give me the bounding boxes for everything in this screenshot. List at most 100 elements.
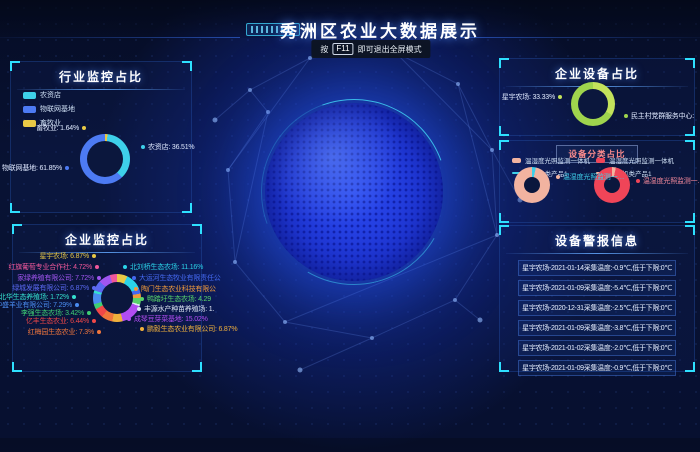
- label-dot: [123, 265, 127, 269]
- label-text: 家绿养殖有限公司: 7.72%: [17, 273, 94, 283]
- alarm-text: 星宇农场-2021-01-14采集温度:-0.9℃,低于下限:0℃: [522, 263, 672, 273]
- label-text: 物联网基地: 61.85%: [2, 163, 62, 173]
- alarm-row: 星宇农场-2021-01-14采集温度:-0.9℃,低于下限:0℃: [518, 260, 676, 276]
- label-dot: [87, 311, 91, 315]
- donut-hole: [101, 282, 133, 314]
- label-text: 北刘桥生态农场: 11.16%: [130, 262, 203, 272]
- alarm-text: 星宇农场-2021-01-09采集温度:-5.4℃,低于下限:0℃: [522, 283, 672, 293]
- panel-title: 企业设备占比: [500, 59, 694, 82]
- label-dot: [127, 317, 131, 321]
- alarm-row: 星宇农场-2021-01-09采集温度:-3.8℃,低于下限:0℃: [518, 320, 676, 336]
- alarm-text: 星宇农场-2021-01-02采集温度:-2.0℃,低于下限:0℃: [522, 343, 672, 353]
- chart-label: 鹏毅生态农业有限公司: 6.87%: [140, 324, 237, 334]
- device-category-panel: 设备分类占比 温湿度光照监测一体机 一体机类产品1 温湿度光照监测一体机 一体机…: [499, 140, 695, 223]
- donut-hole: [87, 141, 123, 177]
- label-text: 温湿度光照监测一…: [643, 176, 700, 186]
- device-donut-chart[interactable]: [571, 82, 615, 126]
- label-dot: [556, 175, 560, 179]
- chart-label: 星宇农场: 33.33%: [502, 92, 562, 102]
- chart-label: 物联网基地: 61.85%: [2, 163, 69, 173]
- legend-item-yitiji[interactable]: 温湿度光照监测一体机: [512, 155, 590, 165]
- label-text: 鹏毅生态农业有限公司: 6.87%: [147, 324, 237, 334]
- fullscreen-hint: 按 F11 即可退出全屏模式: [311, 40, 430, 58]
- donut-hole: [578, 89, 608, 119]
- label-dot: [97, 276, 101, 280]
- alarm-text: 星宇农场-2021-01-09采集温度:-3.8℃,低于下限:0℃: [522, 323, 672, 333]
- label-dot: [97, 330, 101, 334]
- label-text: 红旗葡萄专业合作社: 4.72%: [8, 262, 92, 272]
- label-dot: [140, 297, 144, 301]
- enterprise-device-panel: 企业设备占比 星宇农场: 33.33% 民主村党群服务中心:: [499, 58, 695, 136]
- label-dot: [75, 303, 79, 307]
- legend-swatch: [596, 158, 605, 163]
- chart-label: 温湿度光照监测一…: [556, 172, 624, 182]
- page-title: 秀洲区农业大数据展示: [60, 17, 700, 42]
- enterprise-monitor-panel: 企业监控占比 星宇农场: 6.87%红旗葡萄专业合作社: 4.72%家绿养殖有限…: [12, 224, 202, 372]
- chart-label: 家绿养殖有限公司: 7.72%: [17, 273, 101, 283]
- hint-suffix: 即可退出全屏模式: [358, 44, 422, 55]
- label-dot: [636, 179, 640, 183]
- chart-label: 星宇农场: 6.87%: [39, 251, 96, 261]
- hint-prefix: 按: [320, 44, 328, 55]
- legend-item-yitiji[interactable]: 温湿度光照监测一体机: [596, 155, 674, 165]
- label-text: 鸭踏圩生态农场: 4.29: [147, 294, 211, 304]
- globe-visualization[interactable]: [265, 103, 443, 281]
- label-dot: [140, 327, 144, 331]
- chart-label: 民主村党群服务中心:: [624, 111, 694, 121]
- chart-label: 北刘桥生态农场: 11.16%: [123, 262, 203, 272]
- title-divider: [506, 253, 688, 254]
- panel-title: 企业监控占比: [13, 225, 201, 248]
- label-dot: [92, 319, 96, 323]
- legend-label: 温湿度光照监测一体机: [609, 155, 674, 165]
- chart-label: 畜牧业: 1.64%: [36, 123, 86, 133]
- legend-label: 物联网基地: [40, 104, 75, 114]
- label-text: 亿丰生态农业: 6.44%: [26, 316, 89, 326]
- chart-label: 成琴豆芽菜基地: 15.02%: [127, 314, 208, 324]
- category-left-donut-chart[interactable]: [514, 167, 550, 203]
- label-dot: [132, 276, 136, 280]
- panel-title: 设备警报信息: [500, 226, 694, 249]
- chart-label: 农资店: 36.51%: [141, 142, 194, 152]
- label-text: 畜牧业: 1.64%: [36, 123, 79, 133]
- legend-label: 农资店: [40, 90, 61, 100]
- industry-donut-chart[interactable]: [80, 134, 130, 184]
- industry-monitor-panel: 行业监控占比 农资店 物联网基地 畜牧业 畜牧业: 1.64%农资店: 36.5…: [10, 61, 192, 213]
- chart-label: 陶门生态农业科技有限公: [134, 284, 216, 294]
- label-text: 温湿度光照监测一…: [563, 172, 624, 182]
- label-dot: [558, 95, 562, 99]
- label-dot: [95, 265, 99, 269]
- legend-swatch: [23, 106, 36, 113]
- label-dot: [137, 307, 141, 311]
- label-dot: [134, 287, 138, 291]
- alarm-row: 星宇农场-2020-12-31采集温度:-2.5℃,低于下限:0℃: [518, 300, 676, 316]
- panel-title: 行业监控占比: [11, 62, 191, 85]
- chart-label: 红旗葡萄专业合作社: 4.72%: [8, 262, 99, 272]
- label-dot: [92, 254, 96, 258]
- donut-hole: [524, 177, 540, 193]
- label-dot: [92, 286, 96, 290]
- legend-item-wulianwang[interactable]: 物联网基地: [23, 104, 75, 114]
- f11-key-cap: F11: [332, 43, 353, 55]
- label-text: 陶门生态农业科技有限公: [141, 284, 216, 294]
- label-dot: [72, 295, 76, 299]
- label-dot: [82, 126, 86, 130]
- alarm-list: 星宇农场-2021-01-14采集温度:-0.9℃,低于下限:0℃ 星宇农场-2…: [500, 260, 694, 376]
- chart-label: 温湿度光照监测一…: [636, 176, 700, 186]
- alarm-row: 星宇农场-2021-01-02采集温度:-2.0℃,低于下限:0℃: [518, 340, 676, 356]
- alarm-row: 星宇农场-2021-01-09采集温度:-0.9℃,低于下限:0℃: [518, 360, 676, 376]
- legend-swatch: [512, 158, 521, 163]
- legend-swatch: [23, 92, 36, 99]
- label-text: 大运河生态牧业有限责任公: [139, 273, 221, 283]
- label-text: 民主村党群服务中心:: [631, 111, 694, 121]
- chart-label: 丰源水产种苗养殖场: 1.: [137, 304, 214, 314]
- label-text: 星宇农场: 33.33%: [502, 92, 555, 102]
- chart-label: 大运河生态牧业有限责任公: [132, 273, 221, 283]
- chart-label: 亿丰生态农业: 6.44%: [26, 316, 96, 326]
- label-dot: [65, 166, 69, 170]
- label-dot: [624, 114, 628, 118]
- legend-label: 温湿度光照监测一体机: [525, 155, 590, 165]
- legend-item-nongzidian[interactable]: 农资店: [23, 90, 75, 100]
- alarm-text: 星宇农场-2020-12-31采集温度:-2.5℃,低于下限:0℃: [522, 303, 672, 313]
- legend-swatch: [23, 120, 36, 127]
- alarm-row: 星宇农场-2021-01-09采集温度:-5.4℃,低于下限:0℃: [518, 280, 676, 296]
